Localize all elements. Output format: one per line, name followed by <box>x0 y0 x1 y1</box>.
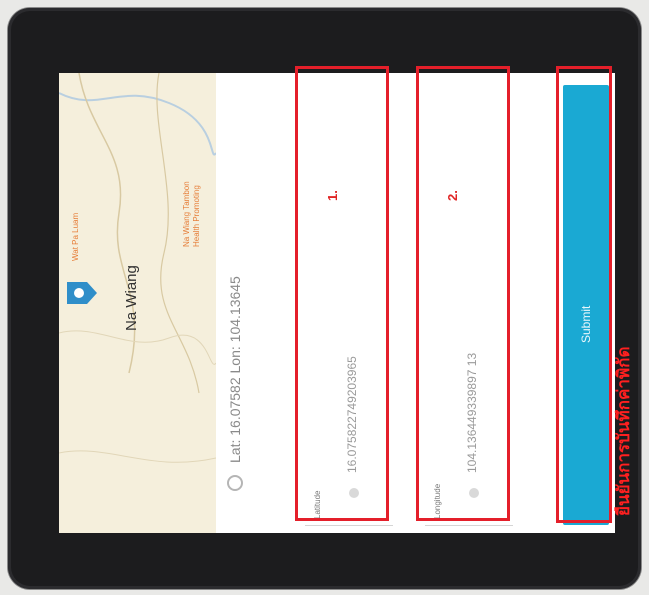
location-pin-icon <box>65 279 99 307</box>
lat-lon-readout: Lat: 16.07582 Lon: 104.13645 <box>227 276 243 463</box>
map-view[interactable]: Na Wiang Wat Pa Luam Na Wiang Tambon Hea… <box>59 73 216 533</box>
map-poi-orange-line2: Health Promoting <box>192 185 201 247</box>
highlight-longitude <box>416 66 510 521</box>
highlight-submit <box>556 66 612 523</box>
highlight-latitude <box>295 66 389 521</box>
map-poi-orange-line1: Na Wiang Tambon <box>182 181 191 247</box>
map-place-name: Na Wiang <box>123 265 140 331</box>
map-poi-label: Wat Pa Luam <box>71 212 80 261</box>
gps-icon <box>227 475 243 491</box>
thai-annotation: ยืนยันการบันทึกค่าพิกัด <box>614 346 634 516</box>
tablet-frame: Na Wiang Wat Pa Luam Na Wiang Tambon Hea… <box>8 8 641 589</box>
